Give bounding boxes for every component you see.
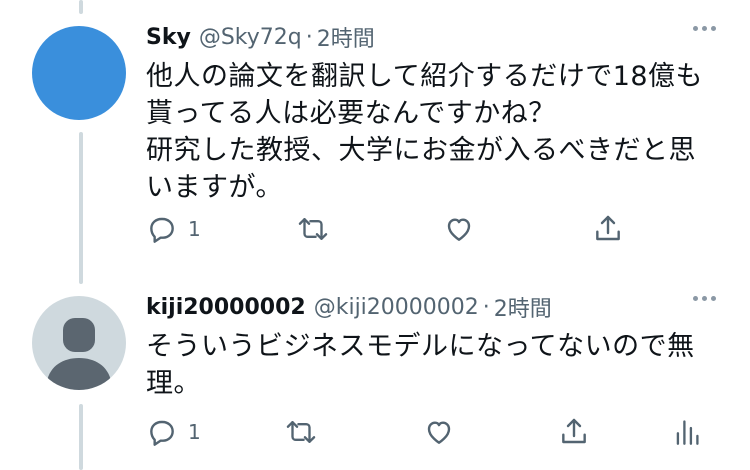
reply-count: 1 (188, 217, 201, 241)
share-button[interactable] (558, 416, 590, 448)
retweet-button[interactable] (284, 416, 318, 448)
tweet-text: そういうビジネスモデルになってないので無 理。 (146, 331, 695, 399)
share-icon (562, 418, 586, 444)
user-handle[interactable]: @Sky72q (199, 25, 302, 50)
avatar[interactable] (32, 296, 126, 390)
like-button[interactable] (443, 213, 475, 245)
tweet-header: Sky @Sky72q · 2時間 (146, 18, 716, 56)
user-handle[interactable]: @kiji20000002 (314, 295, 479, 320)
tweet[interactable]: kiji20000002 @kiji20000002 · 2時間 そういうビジネ… (146, 288, 716, 402)
timestamp[interactable]: 2時間 (317, 21, 375, 53)
like-icon (427, 421, 451, 444)
default-avatar-icon (46, 318, 112, 390)
separator-dot: · (482, 294, 490, 320)
like-icon (447, 218, 471, 241)
reply-icon (150, 420, 174, 446)
avatar[interactable] (32, 26, 126, 120)
retweet-icon (286, 421, 316, 443)
tweet-header: kiji20000002 @kiji20000002 · 2時間 (146, 288, 716, 326)
reply-button[interactable]: 1 (146, 213, 201, 245)
like-button[interactable] (423, 416, 455, 448)
reply-icon (150, 217, 174, 243)
thread-line-middle (79, 132, 83, 284)
share-icon (596, 215, 620, 241)
tweet[interactable]: Sky @Sky72q · 2時間 他人の論文を翻訳して紹介するだけで18億も … (146, 18, 716, 206)
more-icon[interactable] (693, 296, 716, 301)
analytics-button[interactable] (674, 416, 700, 448)
reply-button[interactable]: 1 (146, 416, 201, 448)
tweet-text: 他人の論文を翻訳して紹介するだけで18億も 貰ってる人は必要なんですかね？ 研究… (146, 61, 704, 203)
share-button[interactable] (592, 213, 624, 245)
more-icon[interactable] (693, 26, 716, 31)
display-name[interactable]: Sky (146, 25, 191, 50)
thread-line-bottom (79, 404, 83, 470)
retweet-button[interactable] (296, 213, 330, 245)
reply-count: 1 (188, 420, 201, 444)
timestamp[interactable]: 2時間 (494, 291, 552, 323)
retweet-icon (298, 218, 328, 240)
separator-dot: · (305, 24, 313, 50)
analytics-icon (676, 420, 699, 445)
display-name[interactable]: kiji20000002 (146, 295, 306, 320)
thread-line-top (79, 0, 83, 14)
